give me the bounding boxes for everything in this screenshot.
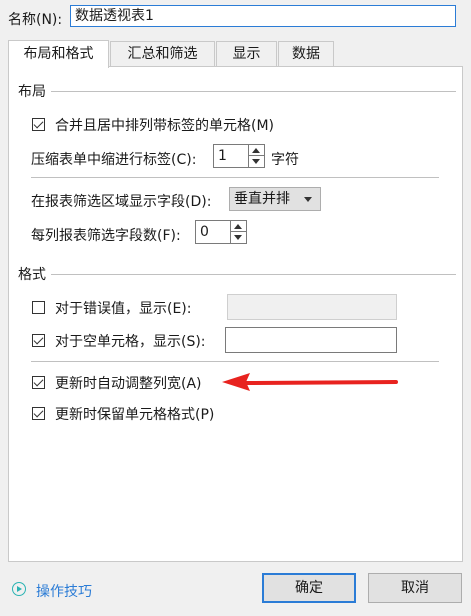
play-circle-icon: [12, 582, 26, 596]
preserve-format-checkbox[interactable]: [32, 407, 45, 420]
tab-layout-format[interactable]: 布局和格式: [8, 40, 109, 68]
merge-center-checkbox[interactable]: [32, 118, 45, 131]
empty-cells-label: 对于空单元格，显示(S):: [55, 334, 206, 350]
filter-area-label: 在报表筛选区域显示字段(D):: [31, 194, 212, 210]
indent-value: 1: [218, 148, 227, 164]
preserve-format-label: 更新时保留单元格格式(P): [55, 407, 215, 423]
tab-display[interactable]: 显示: [216, 41, 277, 67]
indent-spinner[interactable]: 1: [213, 144, 265, 168]
divider: [31, 361, 439, 362]
name-label: 名称(N):: [8, 12, 63, 28]
section-divider: [51, 274, 456, 275]
tab-panel: 布局 合并且居中排列带标签的单元格(M) 压缩表单中缩进行标签(C): 1 字符…: [8, 66, 463, 562]
cancel-button[interactable]: 取消: [368, 573, 462, 603]
error-values-field[interactable]: [227, 294, 397, 320]
filter-count-spinner[interactable]: 0: [195, 220, 247, 244]
spin-down-icon[interactable]: [249, 156, 264, 167]
tips-label: 操作技巧: [36, 584, 92, 600]
section-divider: [51, 91, 456, 92]
spin-up-icon[interactable]: [231, 221, 246, 232]
name-input[interactable]: 数据透视表1: [70, 5, 456, 27]
filter-area-value: 垂直并排: [234, 191, 290, 207]
autofit-width-checkbox[interactable]: [32, 376, 45, 389]
layout-section-title: 布局: [18, 84, 46, 100]
divider: [31, 177, 439, 178]
chevron-down-icon: [304, 197, 312, 202]
ok-button[interactable]: 确定: [262, 573, 356, 603]
error-values-label: 对于错误值，显示(E):: [55, 301, 192, 317]
indent-label: 压缩表单中缩进行标签(C):: [31, 152, 197, 168]
filter-count-value: 0: [200, 224, 209, 240]
annotation-arrow-icon: [222, 373, 398, 391]
error-values-checkbox[interactable]: [32, 301, 45, 314]
filter-count-label: 每列报表筛选字段数(F):: [31, 228, 181, 244]
tab-summary-filter[interactable]: 汇总和筛选: [110, 41, 215, 67]
filter-area-select[interactable]: 垂直并排: [229, 187, 321, 211]
autofit-width-label: 更新时自动调整列宽(A): [55, 376, 202, 392]
spin-up-icon[interactable]: [249, 145, 264, 156]
indent-unit: 字符: [271, 152, 299, 168]
spin-down-icon[interactable]: [231, 232, 246, 243]
tab-data[interactable]: 数据: [278, 41, 334, 67]
merge-center-label: 合并且居中排列带标签的单元格(M): [55, 118, 275, 134]
empty-cells-checkbox[interactable]: [32, 334, 45, 347]
format-section-title: 格式: [18, 267, 46, 283]
empty-cells-field[interactable]: [225, 327, 397, 353]
